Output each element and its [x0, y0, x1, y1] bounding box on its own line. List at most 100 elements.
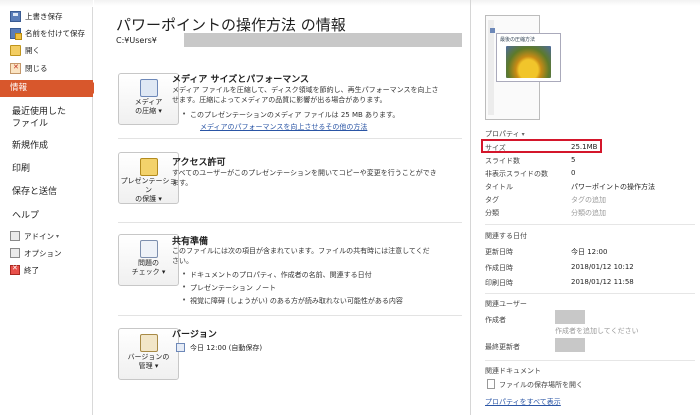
slide-title: 最後の圧縮方法 — [500, 37, 536, 43]
prop-key: スライド数 — [485, 157, 520, 165]
show-all-properties-link[interactable]: プロパティをすべて表示 — [485, 397, 561, 407]
nav-info-selected[interactable]: 情報 — [0, 80, 99, 97]
date-key: 印刷日時 — [485, 279, 513, 287]
slide-strip — [488, 20, 495, 115]
permissions-text-line2: ます。 — [172, 179, 193, 187]
prepare-bullet: ドキュメントのプロパティ、作成者の名前、関連する日付 — [182, 270, 372, 280]
nav-new[interactable]: 新規作成 — [12, 140, 48, 152]
nav-recent-line1: 最近使用した — [12, 107, 67, 117]
dates-heading: 関連する日付 — [485, 232, 527, 240]
docs-heading: 関連ドキュメント — [485, 367, 541, 375]
close-file-icon — [10, 62, 21, 74]
nav-save[interactable]: 上書き保存 — [10, 9, 63, 23]
nav-help[interactable]: ヘルプ — [12, 210, 39, 222]
prop-row-tags: タグ タグの追加 — [485, 194, 695, 205]
check-issues-label: 問題の チェック ▾ — [119, 259, 178, 277]
folder-open-icon — [10, 44, 21, 56]
date-row-created: 作成日時 2018/01/12 10:12 — [485, 262, 695, 273]
manage-versions-button[interactable]: バージョンの 管理 ▾ — [118, 328, 179, 380]
nav-options[interactable]: オプション — [10, 246, 62, 260]
nav-save-as[interactable]: 名前を付けて保存 — [10, 26, 85, 40]
autosave-entry[interactable]: 今日 12:00 (自動保存) — [190, 343, 262, 353]
protect-line2: の保護 ▾ — [135, 195, 162, 203]
nav-options-label: オプション — [24, 248, 62, 258]
date-value: 2018/01/12 10:12 — [571, 263, 634, 271]
protect-line1: プレゼンテーション — [120, 177, 177, 194]
nav-info-label: 情報 — [10, 83, 28, 93]
prop-value[interactable]: タグの追加 — [571, 195, 606, 205]
nav-addins[interactable]: アドイン ▾ — [10, 229, 59, 243]
document-icon — [487, 379, 495, 389]
nav-close[interactable]: 閉じる — [10, 61, 48, 75]
nav-save-send[interactable]: 保存と送信 — [12, 186, 57, 198]
date-value: 今日 12:00 — [571, 248, 608, 256]
redacted-path — [184, 33, 462, 47]
protect-presentation-button[interactable]: プレゼンテーション の保護 ▾ — [118, 152, 179, 204]
prepare-description: このファイルには次の項目が含まれています。ファイルの共有時には注意してくだ さい… — [172, 246, 462, 266]
save-icon — [10, 10, 21, 22]
properties-pane: 最後の圧縮方法 プロパティ ▾ サイズ 25.1MB スライド数 5 非表示スライ… — [470, 0, 700, 415]
prop-row-hidden: 非表示スライドの数 0 — [485, 168, 695, 179]
compress-media-icon — [140, 79, 158, 97]
page-title: パワーポイントの操作方法 の情報 — [116, 16, 346, 34]
check-issues-line2: チェック ▾ — [131, 268, 166, 276]
compress-media-line1: メディア — [134, 98, 163, 106]
file-path: C:¥Users¥ — [116, 36, 157, 45]
date-row-modified: 更新日時 今日 12:00 — [485, 246, 695, 257]
permissions-heading: アクセス許可 — [172, 158, 226, 168]
slide-mini — [490, 28, 495, 33]
checklist-icon — [140, 240, 158, 258]
protect-presentation-label: プレゼンテーション の保護 ▾ — [119, 177, 178, 204]
prop-key: タイトル — [485, 183, 513, 191]
side-divider — [485, 224, 695, 225]
media-heading: メディア サイズとパフォーマンス — [172, 75, 310, 85]
add-author-field[interactable]: 作成者を追加してください — [555, 326, 639, 336]
options-icon — [10, 248, 20, 258]
check-issues-button[interactable]: 問題の チェック ▾ — [118, 234, 179, 286]
author-key: 作成者 — [485, 316, 506, 324]
prop-row-slides: スライド数 5 — [485, 155, 695, 166]
tulip-image — [506, 46, 551, 78]
versions-heading: バージョン — [172, 330, 217, 340]
backstage-nav: 上書き保存 名前を付けて保存 開く 閉じる 情報 最近使用した ファイル 新規作… — [0, 0, 99, 415]
nav-print[interactable]: 印刷 — [12, 163, 30, 175]
prop-value: 0 — [571, 169, 576, 177]
slide-preview: 最後の圧縮方法 — [496, 33, 561, 82]
date-value: 2018/01/12 11:58 — [571, 278, 634, 286]
prepare-bullet: プレゼンテーション ノート — [182, 283, 276, 293]
compress-media-button[interactable]: メディア の圧縮 ▾ — [118, 73, 179, 125]
nav-exit-label: 終了 — [24, 265, 39, 275]
date-key: 作成日時 — [485, 264, 513, 272]
main-top-bar — [94, 0, 470, 6]
prop-value[interactable]: 分類の追加 — [571, 208, 606, 218]
versions-line1: バージョンの — [127, 353, 170, 361]
nav-save-label: 上書き保存 — [25, 11, 63, 21]
media-size-bullet: このプレゼンテーションのメディア ファイルは 25 MB あります。 — [182, 110, 399, 120]
open-file-location-link[interactable]: ファイルの保存場所を開く — [499, 380, 583, 390]
prop-value[interactable]: パワーポイントの操作方法 — [571, 182, 655, 192]
chevron-down-icon: ▾ — [521, 131, 525, 138]
media-performance-link[interactable]: メディアのパフォーマンスを向上させるその他の方法 — [200, 122, 367, 132]
prop-value: 5 — [571, 156, 576, 164]
nav-open[interactable]: 開く — [10, 43, 40, 57]
autosave-icon — [176, 343, 185, 352]
media-text-line2: せます。圧縮によってメディアの品質に影響が出る場合があります。 — [172, 96, 387, 104]
prepare-bullet: 視覚に障碍 (しょうがい) のある方が読み取れない可能性がある内容 — [182, 296, 403, 306]
nav-close-label: 閉じる — [25, 63, 48, 73]
versions-icon — [140, 334, 158, 352]
chevron-down-icon: ▾ — [56, 232, 60, 240]
prop-row-category: 分類 分類の追加 — [485, 207, 695, 218]
properties-label: プロパティ — [485, 130, 520, 138]
last-modified-key: 最終更新者 — [485, 343, 520, 351]
check-issues-line1: 問題の — [138, 259, 159, 267]
lock-icon — [140, 158, 158, 176]
properties-dropdown[interactable]: プロパティ ▾ — [485, 129, 525, 139]
nav-save-as-label: 名前を付けて保存 — [25, 28, 85, 38]
size-highlight-box — [481, 139, 602, 153]
prop-key: 分類 — [485, 209, 499, 217]
nav-exit[interactable]: 終了 — [10, 263, 39, 277]
media-text-line1: メディア ファイルを圧縮して、ディスク領域を節約し、再生パフォーマンスを向上さ — [172, 86, 439, 94]
people-heading: 関連ユーザー — [485, 300, 527, 308]
info-main-panel: パワーポイントの操作方法 の情報 C:¥Users¥ メディア の圧縮 ▾ メデ… — [94, 0, 470, 415]
nav-recent[interactable]: 最近使用した ファイル — [12, 106, 66, 130]
